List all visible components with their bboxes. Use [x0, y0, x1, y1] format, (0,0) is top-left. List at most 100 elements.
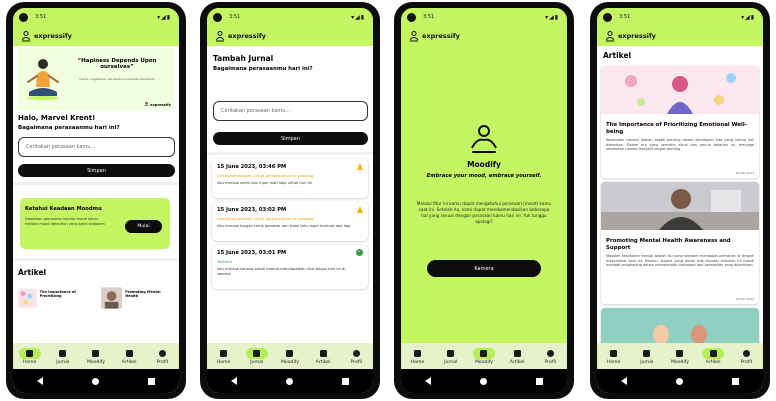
home-content: “Hapiness Depends Upon ourselves” Cerita…	[13, 46, 179, 343]
app-bar: expressify	[401, 26, 567, 46]
nav-label: Artikel	[705, 359, 721, 365]
nav-home[interactable]: Home	[209, 348, 239, 365]
save-button[interactable]: Simpan	[18, 164, 175, 177]
nav-jurnal[interactable]: Jurnal	[632, 348, 662, 365]
camera-icon	[85, 348, 107, 359]
nav-jurnal[interactable]: Jurnal	[242, 347, 272, 365]
articles-content: Artikel The Importance of Prioritizing E…	[597, 46, 763, 343]
expressify-logo-icon	[215, 30, 225, 41]
articles-title: Artikel	[603, 51, 632, 60]
entry-status: Direkomendasikan untuk berkonsultasi ke …	[217, 173, 314, 178]
app-brand: expressify	[228, 32, 266, 40]
status-icons: ▾◢▮	[545, 13, 559, 21]
camera-icon	[669, 348, 691, 359]
recents-icon[interactable]	[731, 377, 739, 385]
nav-artikel[interactable]: Artikel	[502, 348, 532, 365]
mini-article-title: Promoting Mental Health	[125, 290, 161, 299]
journal-content: Tambah Jurnal Bagaimana perasaanmu hari …	[207, 46, 373, 343]
moodify-description: Melalui fitur ini kamu dapat mengetahui …	[416, 201, 552, 225]
entry-text: Aku merasa senang sekali karena mendapat…	[217, 267, 346, 276]
nav-moodify[interactable]: Moodify	[81, 348, 111, 365]
article-excerpt: Kesehatan mental adalah aspek penting da…	[606, 138, 754, 152]
banner-quote: “Hapiness Depends Upon ourselves”	[77, 58, 157, 70]
bottom-nav: Home Jurnal Moodify Artikel Profil	[207, 343, 373, 369]
home-system-icon[interactable]	[91, 377, 99, 385]
back-icon[interactable]	[37, 377, 44, 385]
journal-entry[interactable]: 15 June 2023, 03:02 PM Direkomendasikan …	[212, 202, 368, 241]
entry-date: 15 June 2023, 03:01 PM	[217, 250, 287, 256]
entry-date: 15 June 2023, 03:02 PM	[217, 207, 287, 213]
nav-jurnal[interactable]: Jurnal	[436, 348, 466, 365]
nav-moodify[interactable]: Moodify	[275, 348, 305, 365]
nav-label: Home	[410, 359, 425, 365]
nav-artikel[interactable]: Artikel	[114, 348, 144, 365]
recents-icon[interactable]	[147, 377, 155, 385]
recents-icon[interactable]	[535, 377, 543, 385]
nav-label: Profil	[740, 359, 753, 365]
nav-artikel[interactable]: Artikel	[308, 348, 338, 365]
nav-moodify[interactable]: Moodify	[665, 348, 695, 365]
status-bar: 3:51 ▾◢▮	[13, 8, 179, 26]
nav-home[interactable]: Home	[599, 348, 629, 365]
article-card[interactable]	[601, 308, 759, 343]
nav-profil[interactable]: Profil	[731, 348, 761, 365]
home-icon	[407, 348, 429, 359]
nav-profil[interactable]: Profil	[535, 348, 565, 365]
home-system-icon[interactable]	[675, 377, 683, 385]
nav-label: Moodify	[280, 359, 299, 365]
system-nav	[207, 369, 373, 393]
article-icon	[312, 348, 334, 359]
home-system-icon[interactable]	[479, 377, 487, 385]
article-icon	[702, 347, 725, 359]
journal-icon	[52, 348, 74, 359]
nav-home[interactable]: Home	[403, 348, 433, 365]
journal-entry[interactable]: 15 June 2023, 03:01 PM ✓ Terkirim Aku me…	[212, 245, 368, 289]
journal-input[interactable]: Ceritakan perasaan kamu...	[213, 101, 368, 121]
profile-icon	[345, 348, 367, 359]
back-icon[interactable]	[425, 377, 432, 385]
nav-label: Jurnal	[444, 359, 458, 365]
check-icon: ✓	[356, 249, 363, 256]
profile-icon	[539, 348, 561, 359]
nav-profil[interactable]: Profil	[341, 348, 371, 365]
status-bar: 3:51 ▾◢▮	[597, 8, 763, 26]
nav-artikel[interactable]: Artikel	[698, 347, 728, 365]
nav-profil[interactable]: Profil	[147, 348, 177, 365]
moodify-title: Moodify	[467, 160, 501, 169]
article-card[interactable]: The Importance of Prioritizing Emotional…	[601, 66, 759, 178]
journal-save-button[interactable]: Simpan	[213, 132, 368, 145]
start-mood-button[interactable]: Mulai	[125, 220, 162, 233]
status-time: 3:51	[35, 14, 47, 20]
nav-moodify[interactable]: Moodify	[469, 347, 499, 365]
home-system-icon[interactable]	[285, 377, 293, 385]
back-icon[interactable]	[621, 377, 628, 385]
app-brand: expressify	[422, 32, 460, 40]
mini-article-card[interactable]: The Importance of Prioritizing	[18, 287, 90, 309]
status-icons: ▾◢▮	[351, 13, 365, 21]
article-card[interactable]: Promoting Mental Health Awareness and Su…	[601, 182, 759, 304]
status-bar: 3:51 ▾◢▮	[207, 8, 373, 26]
status-icons: ▾◢▮	[741, 13, 755, 21]
app-bar: expressify	[207, 26, 373, 46]
back-icon[interactable]	[231, 377, 238, 385]
journal-entry[interactable]: 15 June 2023, 03:46 PM Direkomendasikan …	[212, 159, 368, 198]
status-time: 3:51	[619, 14, 631, 20]
mini-article-title: The Importance of Prioritizing	[39, 290, 76, 299]
mood-card-description: Dapatkan gambaran kondisi mood kamu mela…	[25, 217, 105, 226]
entry-text: Aku merasa sedih dan ingin mati saja unt…	[217, 181, 313, 185]
mini-article-card[interactable]: Promoting Mental Health	[101, 287, 173, 309]
status-bar: 3:51 ▾◢▮	[401, 8, 567, 26]
nav-jurnal[interactable]: Jurnal	[48, 348, 78, 365]
home-icon	[213, 348, 235, 359]
nav-home[interactable]: Home	[15, 347, 45, 365]
recents-icon[interactable]	[341, 377, 349, 385]
app-bar: expressify	[13, 26, 179, 46]
camera-icon	[279, 348, 301, 359]
camera-button[interactable]: Kamera	[427, 260, 541, 277]
phone-home: 3:51 ▾◢▮ expressify “Hapiness Depends Up…	[6, 2, 186, 399]
feeling-input[interactable]: Ceritakan perasaan kamu...	[18, 137, 175, 157]
journal-icon	[636, 348, 658, 359]
camera-cutout	[19, 13, 28, 22]
nav-label: Jurnal	[250, 359, 264, 365]
system-nav	[597, 369, 763, 393]
